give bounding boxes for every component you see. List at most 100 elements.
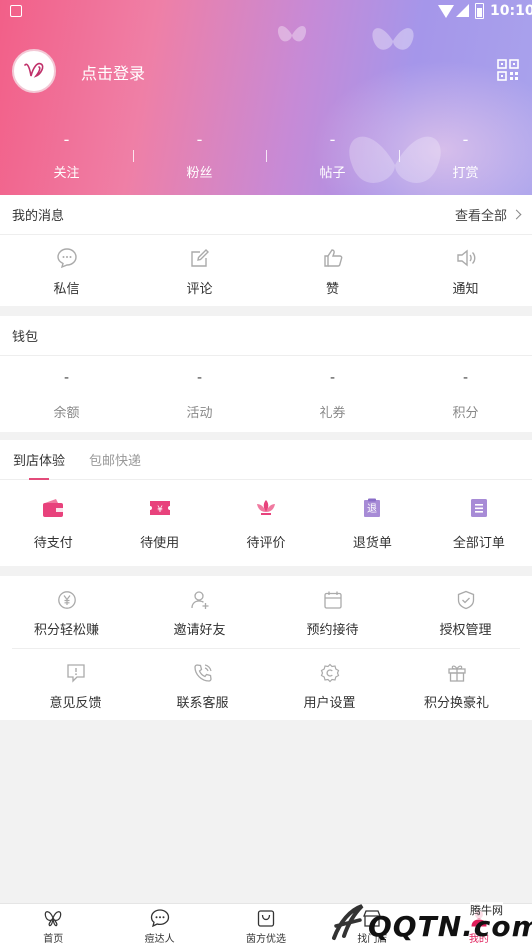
wallet-title: 钱包 — [12, 330, 39, 345]
stat-label: 打赏 — [452, 166, 479, 181]
app-root: { "status_bar": {"time": "10:10"}, "head… — [0, 0, 532, 946]
nav-community[interactable]: 痘达人 — [106, 904, 212, 946]
wallet-value: - — [63, 370, 70, 386]
butterfly-decoration-icon — [372, 28, 414, 50]
service-user-settings[interactable]: 用户设置 — [266, 649, 393, 720]
tab-in-store[interactable]: 到店体验 — [13, 439, 65, 480]
wallet-card: 钱包 - 余额 - 活动 - 礼券 - 积分 — [0, 316, 532, 432]
qr-code-icon[interactable] — [497, 59, 519, 81]
service-label: 积分换豪礼 — [423, 696, 489, 711]
orders-card: 到店体验 包邮快递 待支付 ¥ 待使用 待评价 退货单 全部订单 退 — [0, 440, 532, 566]
order-item-label: 全部订单 — [452, 536, 505, 551]
view-all-link[interactable]: 查看全部 — [454, 205, 522, 224]
order-item-label: 待评价 — [246, 536, 286, 551]
order-item-label: 待使用 — [140, 536, 180, 551]
stat-value: - — [63, 130, 70, 149]
calendar-icon — [323, 591, 342, 609]
messages-card: 我的消息 查看全部 私信 评论 赞 通知 — [0, 195, 532, 306]
messages-item-comments[interactable]: 评论 — [133, 235, 266, 305]
wallet-value: - — [329, 370, 336, 386]
ticket-icon: ¥ — [149, 501, 170, 515]
messages-item-label: 评论 — [186, 282, 213, 297]
refund-icon-glyph: 退 — [367, 504, 377, 515]
yen-coin-icon — [57, 591, 76, 609]
messages-header: 我的消息 查看全部 — [0, 195, 532, 235]
tab-express[interactable]: 包邮快递 — [89, 439, 141, 479]
nav-home[interactable]: 首页 — [0, 904, 106, 946]
watermark: 腾牛网 QQTN.com — [330, 896, 532, 946]
wallet-label: 礼券 — [319, 406, 346, 421]
service-invite-friends[interactable]: 邀请好友 — [133, 576, 266, 648]
service-authorization[interactable]: 授权管理 — [399, 576, 532, 648]
nav-shop[interactable]: 茵方优选 — [213, 904, 319, 946]
wallet-value: - — [196, 370, 203, 386]
orders-grid: 待支付 ¥ 待使用 待评价 退货单 全部订单 — [0, 480, 532, 566]
stat-posts[interactable]: - 帖子 — [266, 128, 399, 184]
service-earn-points[interactable]: 积分轻松赚 — [0, 576, 133, 648]
order-item-refund[interactable]: 退货单 — [319, 480, 425, 566]
phone-icon — [193, 664, 212, 682]
service-label: 邀请好友 — [173, 623, 226, 638]
profile-header: 10:10 点击登录 - 关注 - 粉丝 - 帖子 - 打赏 — [0, 0, 532, 195]
messages-item-likes[interactable]: 赞 — [266, 235, 399, 305]
wallet-item-balance[interactable]: - 余额 — [0, 356, 133, 432]
speaker-icon — [456, 249, 475, 267]
order-item-unpaid[interactable]: 待支付 — [0, 480, 106, 566]
wallet-item-coupons[interactable]: - 礼券 — [266, 356, 399, 432]
login-link[interactable]: 点击登录 — [81, 60, 145, 84]
service-label: 积分轻松赚 — [33, 623, 99, 638]
order-list-icon — [470, 499, 487, 517]
stat-value: - — [329, 130, 336, 149]
settings-icon — [320, 663, 339, 683]
view-all-label: 查看全部 — [454, 209, 507, 224]
stat-value: - — [462, 130, 469, 149]
service-redeem-gifts[interactable]: 积分换豪礼 — [393, 649, 520, 720]
profile-stats: - 关注 - 粉丝 - 帖子 - 打赏 — [0, 128, 532, 184]
services-row: 意见反馈 联系客服 用户设置 积分换豪礼 — [12, 648, 520, 720]
shield-check-icon — [457, 590, 474, 610]
messages-item-label: 私信 — [53, 282, 80, 297]
status-bar: 10:10 — [0, 0, 532, 24]
avatar[interactable] — [12, 49, 56, 93]
stat-tips[interactable]: - 打赏 — [399, 128, 532, 184]
wallet-item-points[interactable]: - 积分 — [399, 356, 532, 432]
service-feedback[interactable]: 意见反馈 — [12, 649, 139, 720]
stat-label: 关注 — [53, 166, 80, 181]
stat-fans[interactable]: - 粉丝 — [133, 128, 266, 184]
service-appointment[interactable]: 预约接待 — [266, 576, 399, 648]
brand-logo-icon — [24, 62, 44, 78]
service-label: 用户设置 — [303, 696, 356, 711]
order-item-all[interactable]: 全部订单 — [426, 480, 532, 566]
chat-bubble-icon — [150, 909, 169, 927]
order-item-to-review[interactable]: 待评价 — [213, 480, 319, 566]
status-time: 10:10 — [490, 3, 532, 19]
stat-following[interactable]: - 关注 — [0, 128, 133, 184]
stat-value: - — [196, 130, 203, 149]
wallet-header: 钱包 — [0, 316, 532, 356]
services-card: 积分轻松赚 邀请好友 预约接待 授权管理 意见反馈 联系客服 用户设置 积分换豪… — [0, 576, 532, 720]
thumbs-up-icon — [323, 249, 342, 267]
messages-item-private[interactable]: 私信 — [0, 235, 133, 305]
wallet-item-activity[interactable]: - 活动 — [133, 356, 266, 432]
shopping-bag-icon — [257, 910, 275, 927]
stat-label: 帖子 — [319, 166, 346, 181]
watermark-logo-icon — [332, 904, 364, 940]
butterfly-decoration-icon — [277, 25, 307, 42]
notification-icon — [10, 5, 22, 17]
services-row: 积分轻松赚 邀请好友 预约接待 授权管理 — [0, 576, 532, 648]
order-item-label: 待支付 — [33, 536, 73, 551]
service-label: 联系客服 — [176, 696, 229, 711]
battery-icon — [475, 3, 484, 19]
order-item-to-use[interactable]: ¥ 待使用 — [106, 480, 212, 566]
messages-item-notices[interactable]: 通知 — [399, 235, 532, 305]
service-contact-support[interactable]: 联系客服 — [139, 649, 266, 720]
service-label: 授权管理 — [439, 623, 492, 638]
svg-text:¥: ¥ — [157, 505, 163, 515]
nav-label: 痘达人 — [144, 934, 175, 945]
wallet-label: 活动 — [186, 406, 213, 421]
nav-label: 首页 — [43, 934, 64, 945]
gift-icon — [447, 665, 466, 682]
order-tabs: 到店体验 包邮快递 — [0, 440, 532, 480]
messages-item-label: 赞 — [325, 282, 339, 297]
watermark-domain: QQTN.com — [368, 910, 532, 943]
